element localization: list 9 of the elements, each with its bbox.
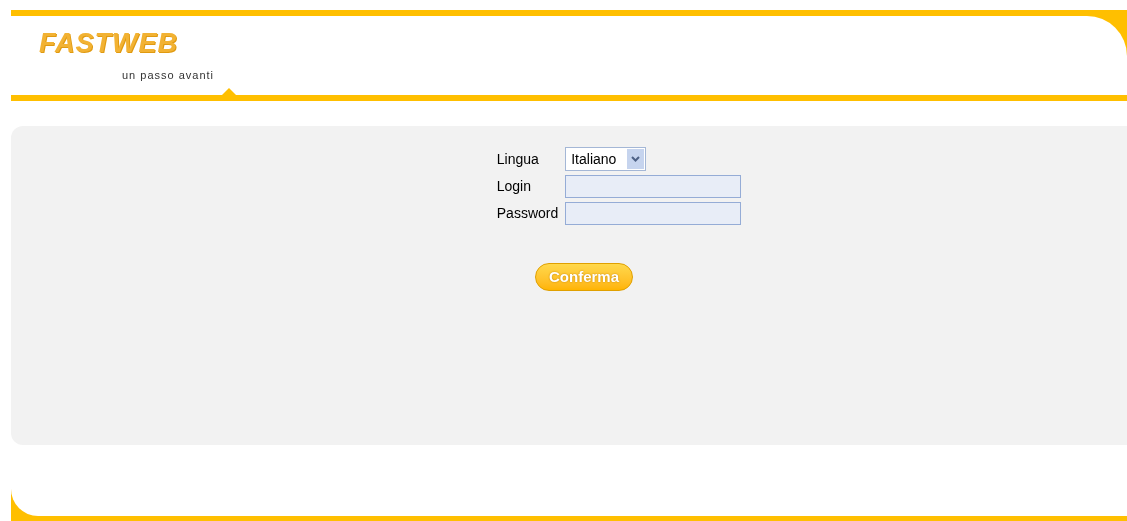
tagline: un passo avanti xyxy=(122,68,216,83)
logo: FASTWEB xyxy=(39,30,178,57)
language-select[interactable]: Italiano xyxy=(565,147,647,171)
chevron-down-icon xyxy=(627,149,645,169)
password-field[interactable] xyxy=(565,201,742,225)
field-label: Password xyxy=(496,203,559,223)
field-label: Lingua xyxy=(496,149,540,169)
login-field[interactable] xyxy=(565,174,742,198)
field-label: Login xyxy=(496,176,533,196)
